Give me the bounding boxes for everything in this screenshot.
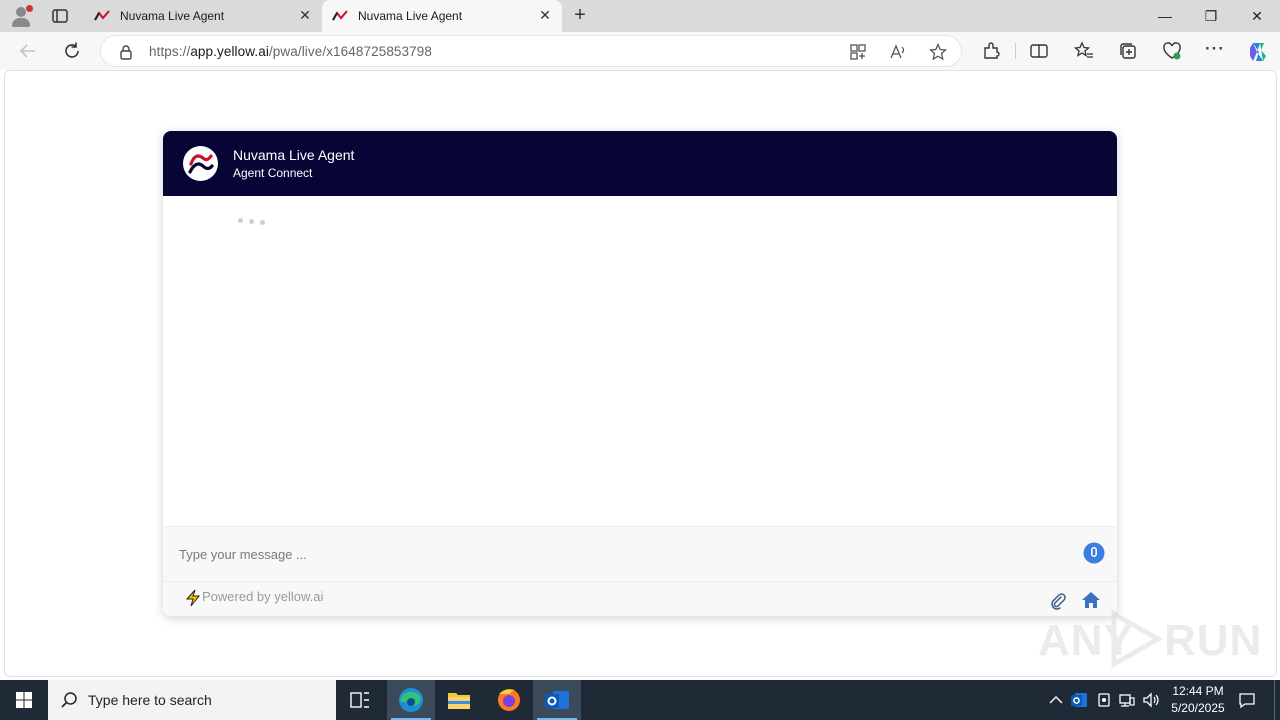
edge-icon	[399, 688, 423, 712]
clock-time: 12:44 PM	[1172, 684, 1224, 698]
chat-footer: Powered by yellow.ai	[163, 581, 1117, 616]
home-icon[interactable]	[1081, 591, 1101, 609]
firefox-button[interactable]	[485, 680, 533, 720]
extensions-icon[interactable]	[981, 41, 1001, 61]
notification-center-icon[interactable]	[1237, 690, 1257, 710]
chat-widget: Nuvama Live Agent Agent Connect Powered …	[163, 131, 1117, 616]
tab-close-icon[interactable]: ✕	[538, 8, 552, 22]
close-window-button[interactable]: ✕	[1234, 0, 1280, 32]
outlook-tray-icon[interactable]	[1069, 690, 1089, 710]
lock-icon[interactable]	[119, 44, 133, 60]
profile-avatar-icon[interactable]	[10, 5, 33, 27]
typing-indicator	[238, 218, 268, 225]
search-placeholder: Type here to search	[88, 692, 212, 708]
minimize-button[interactable]: —	[1142, 0, 1188, 32]
nuvama-favicon-icon	[94, 10, 110, 21]
mic-icon[interactable]	[1083, 542, 1105, 564]
folder-icon	[448, 693, 470, 709]
tab-title: Nuvama Live Agent	[120, 9, 225, 23]
bolt-icon	[185, 589, 201, 607]
tab-active[interactable]: Nuvama Live Agent ✕	[322, 0, 562, 32]
outlook-button[interactable]	[533, 680, 581, 720]
volume-icon[interactable]	[1141, 690, 1161, 710]
search-icon	[61, 692, 77, 708]
chevron-up-icon[interactable]	[1046, 690, 1066, 710]
edge-taskbar-button[interactable]	[387, 680, 435, 720]
split-screen-icon[interactable]	[1029, 41, 1049, 61]
chat-header: Nuvama Live Agent Agent Connect	[163, 131, 1117, 196]
windows-logo-icon	[16, 692, 32, 708]
back-button[interactable]	[17, 40, 39, 62]
network-device-icon[interactable]	[1094, 690, 1114, 710]
task-view-button[interactable]	[336, 680, 384, 720]
app-available-icon[interactable]	[849, 43, 867, 61]
windows-taskbar: Type here to search 12:44 PM 5/20/2025	[0, 680, 1280, 720]
tab-strip: Nuvama Live Agent ✕ Nuvama Live Agent ✕ …	[0, 0, 1280, 32]
firefox-icon	[498, 689, 520, 711]
copilot-icon[interactable]	[1246, 40, 1270, 64]
browser-toolbar: https://app.yellow.ai/pwa/live/x16487258…	[0, 32, 1280, 70]
tab-close-icon[interactable]: ✕	[298, 8, 312, 22]
taskbar-clock[interactable]: 12:44 PM 5/20/2025	[1163, 683, 1233, 717]
anyrun-watermark: ANY RUN	[1038, 610, 1263, 668]
chat-subtitle: Agent Connect	[233, 166, 313, 180]
favorite-star-icon[interactable]	[929, 43, 947, 61]
message-input-row	[163, 526, 1117, 581]
favorites-icon[interactable]	[1074, 41, 1094, 61]
show-desktop-button[interactable]	[1274, 680, 1280, 720]
tab-actions-icon[interactable]	[50, 6, 70, 26]
tab-title: Nuvama Live Agent	[358, 9, 463, 23]
read-aloud-icon[interactable]	[889, 43, 907, 61]
clock-date: 5/20/2025	[1171, 701, 1225, 715]
file-explorer-button[interactable]	[435, 680, 483, 720]
nuvama-logo-icon	[183, 146, 218, 181]
chat-title: Nuvama Live Agent	[233, 147, 355, 163]
nuvama-favicon-icon	[332, 10, 348, 21]
address-bar[interactable]: https://app.yellow.ai/pwa/live/x16487258…	[100, 35, 962, 67]
message-input[interactable]	[179, 541, 1059, 567]
wired-network-icon[interactable]	[1117, 690, 1137, 710]
start-button[interactable]	[0, 680, 48, 720]
powered-by-text[interactable]: Powered by yellow.ai	[202, 589, 323, 604]
collections-icon[interactable]	[1118, 41, 1138, 61]
settings-more-icon[interactable]: ···	[1204, 38, 1226, 60]
restore-button[interactable]: ❐	[1188, 0, 1234, 32]
outlook-icon	[545, 691, 569, 709]
taskbar-search[interactable]: Type here to search	[48, 680, 336, 720]
tab-inactive[interactable]: Nuvama Live Agent ✕	[84, 0, 322, 32]
new-tab-button[interactable]: +	[570, 5, 590, 26]
browser-essentials-icon[interactable]	[1162, 41, 1182, 61]
url-text[interactable]: https://app.yellow.ai/pwa/live/x16487258…	[149, 44, 432, 59]
task-view-icon	[350, 692, 369, 708]
refresh-button[interactable]	[61, 40, 83, 62]
